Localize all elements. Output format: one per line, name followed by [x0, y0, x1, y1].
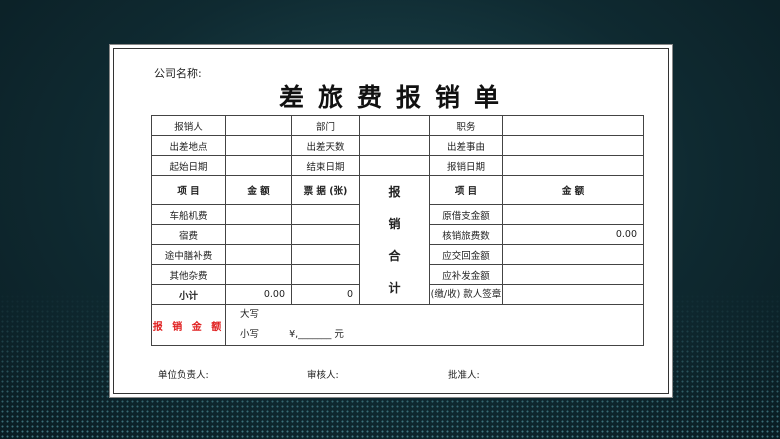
input-cell[interactable] — [502, 135, 644, 156]
upper-case-label: 大写 — [240, 309, 260, 320]
right-amount-cell[interactable] — [502, 244, 644, 265]
input-cell[interactable] — [502, 115, 644, 136]
form-title: 差旅费报销单 — [278, 83, 513, 112]
item-label: 车船机费 — [151, 204, 226, 225]
input-cell[interactable] — [225, 155, 292, 176]
total-row: 报 销 金 额 大写 小写 ¥,_______ 元 — [151, 304, 644, 346]
item-label: 其他杂费 — [151, 264, 226, 285]
right-amount-header: 金 额 — [502, 175, 644, 205]
receipts-cell[interactable] — [291, 244, 360, 265]
label-cell: 出差天数 — [291, 135, 360, 156]
label-cell: 结束日期 — [291, 155, 360, 176]
amount-cell[interactable] — [225, 264, 292, 285]
label-cell: 出差地点 — [151, 135, 226, 156]
right-amount-cell[interactable] — [502, 204, 644, 225]
right-amount-cell[interactable] — [502, 264, 644, 285]
label-cell: 部门 — [291, 115, 360, 136]
verified-amount-value[interactable]: 0.00 — [502, 224, 644, 245]
right-item-header: 项 目 — [429, 175, 503, 205]
item-label: 途中膳补费 — [151, 244, 226, 265]
input-cell[interactable] — [225, 115, 292, 136]
subtotal-amount[interactable]: 0.00 — [225, 284, 292, 305]
lower-case-line: 小写 ¥,_______ 元 — [240, 329, 344, 340]
right-item-label: 应交回金额 — [429, 244, 503, 265]
reviewer-signature-label: 审核人: — [307, 370, 339, 381]
report-total-label: 报 销 合 计 — [359, 175, 430, 305]
total-label: 报 销 金 额 — [151, 304, 226, 346]
subtotal-receipts[interactable]: 0 — [291, 284, 360, 305]
amount-cell[interactable] — [225, 244, 292, 265]
label-cell: 报销人 — [151, 115, 226, 136]
right-item-label: 核销旅费数 — [429, 224, 503, 245]
info-row: 出差地点 出差天数 出差事由 — [151, 135, 644, 156]
info-row: 起始日期 结束日期 报销日期 — [151, 155, 644, 176]
dept-head-signature-label: 单位负责人: — [158, 370, 209, 381]
payer-sign-label: (缴/收) 款人签章 — [429, 284, 503, 305]
right-item-label: 原借支金额 — [429, 204, 503, 225]
right-item-label: 应补发金额 — [429, 264, 503, 285]
receipts-cell[interactable] — [291, 204, 360, 225]
amount-cell[interactable] — [225, 204, 292, 225]
header-row: 项 目 金 额 票 据 (张) 报 销 合 计 项 目 金 额 — [151, 175, 644, 305]
label-cell: 职务 — [429, 115, 503, 136]
lower-case-value[interactable]: ¥,_______ 元 — [289, 329, 344, 340]
input-cell[interactable] — [359, 135, 430, 156]
info-row: 报销人 部门 职务 — [151, 115, 644, 136]
amount-cell[interactable] — [225, 224, 292, 245]
input-cell[interactable] — [359, 155, 430, 176]
receipts-cell[interactable] — [291, 264, 360, 285]
amount-header: 金 额 — [225, 175, 292, 205]
item-header: 项 目 — [151, 175, 226, 205]
label-cell: 出差事由 — [429, 135, 503, 156]
input-cell[interactable] — [225, 135, 292, 156]
subtotal-label: 小计 — [151, 284, 226, 305]
input-cell[interactable] — [359, 115, 430, 136]
item-label: 宿费 — [151, 224, 226, 245]
expense-form-card: 公司名称: 差旅费报销单 报销人 部门 职务 出差地点 出差天数 出差事由 起始… — [109, 44, 673, 398]
receipts-cell[interactable] — [291, 224, 360, 245]
input-cell[interactable] — [502, 155, 644, 176]
label-cell: 起始日期 — [151, 155, 226, 176]
label-cell: 报销日期 — [429, 155, 503, 176]
receipts-header: 票 据 (张) — [291, 175, 360, 205]
total-amount-cell[interactable]: 大写 小写 ¥,_______ 元 — [225, 304, 644, 346]
expense-table: 报销人 部门 职务 出差地点 出差天数 出差事由 起始日期 结束日期 报销日期 … — [151, 115, 644, 346]
payer-sign-cell[interactable] — [502, 284, 644, 305]
approver-signature-label: 批准人: — [448, 370, 480, 381]
